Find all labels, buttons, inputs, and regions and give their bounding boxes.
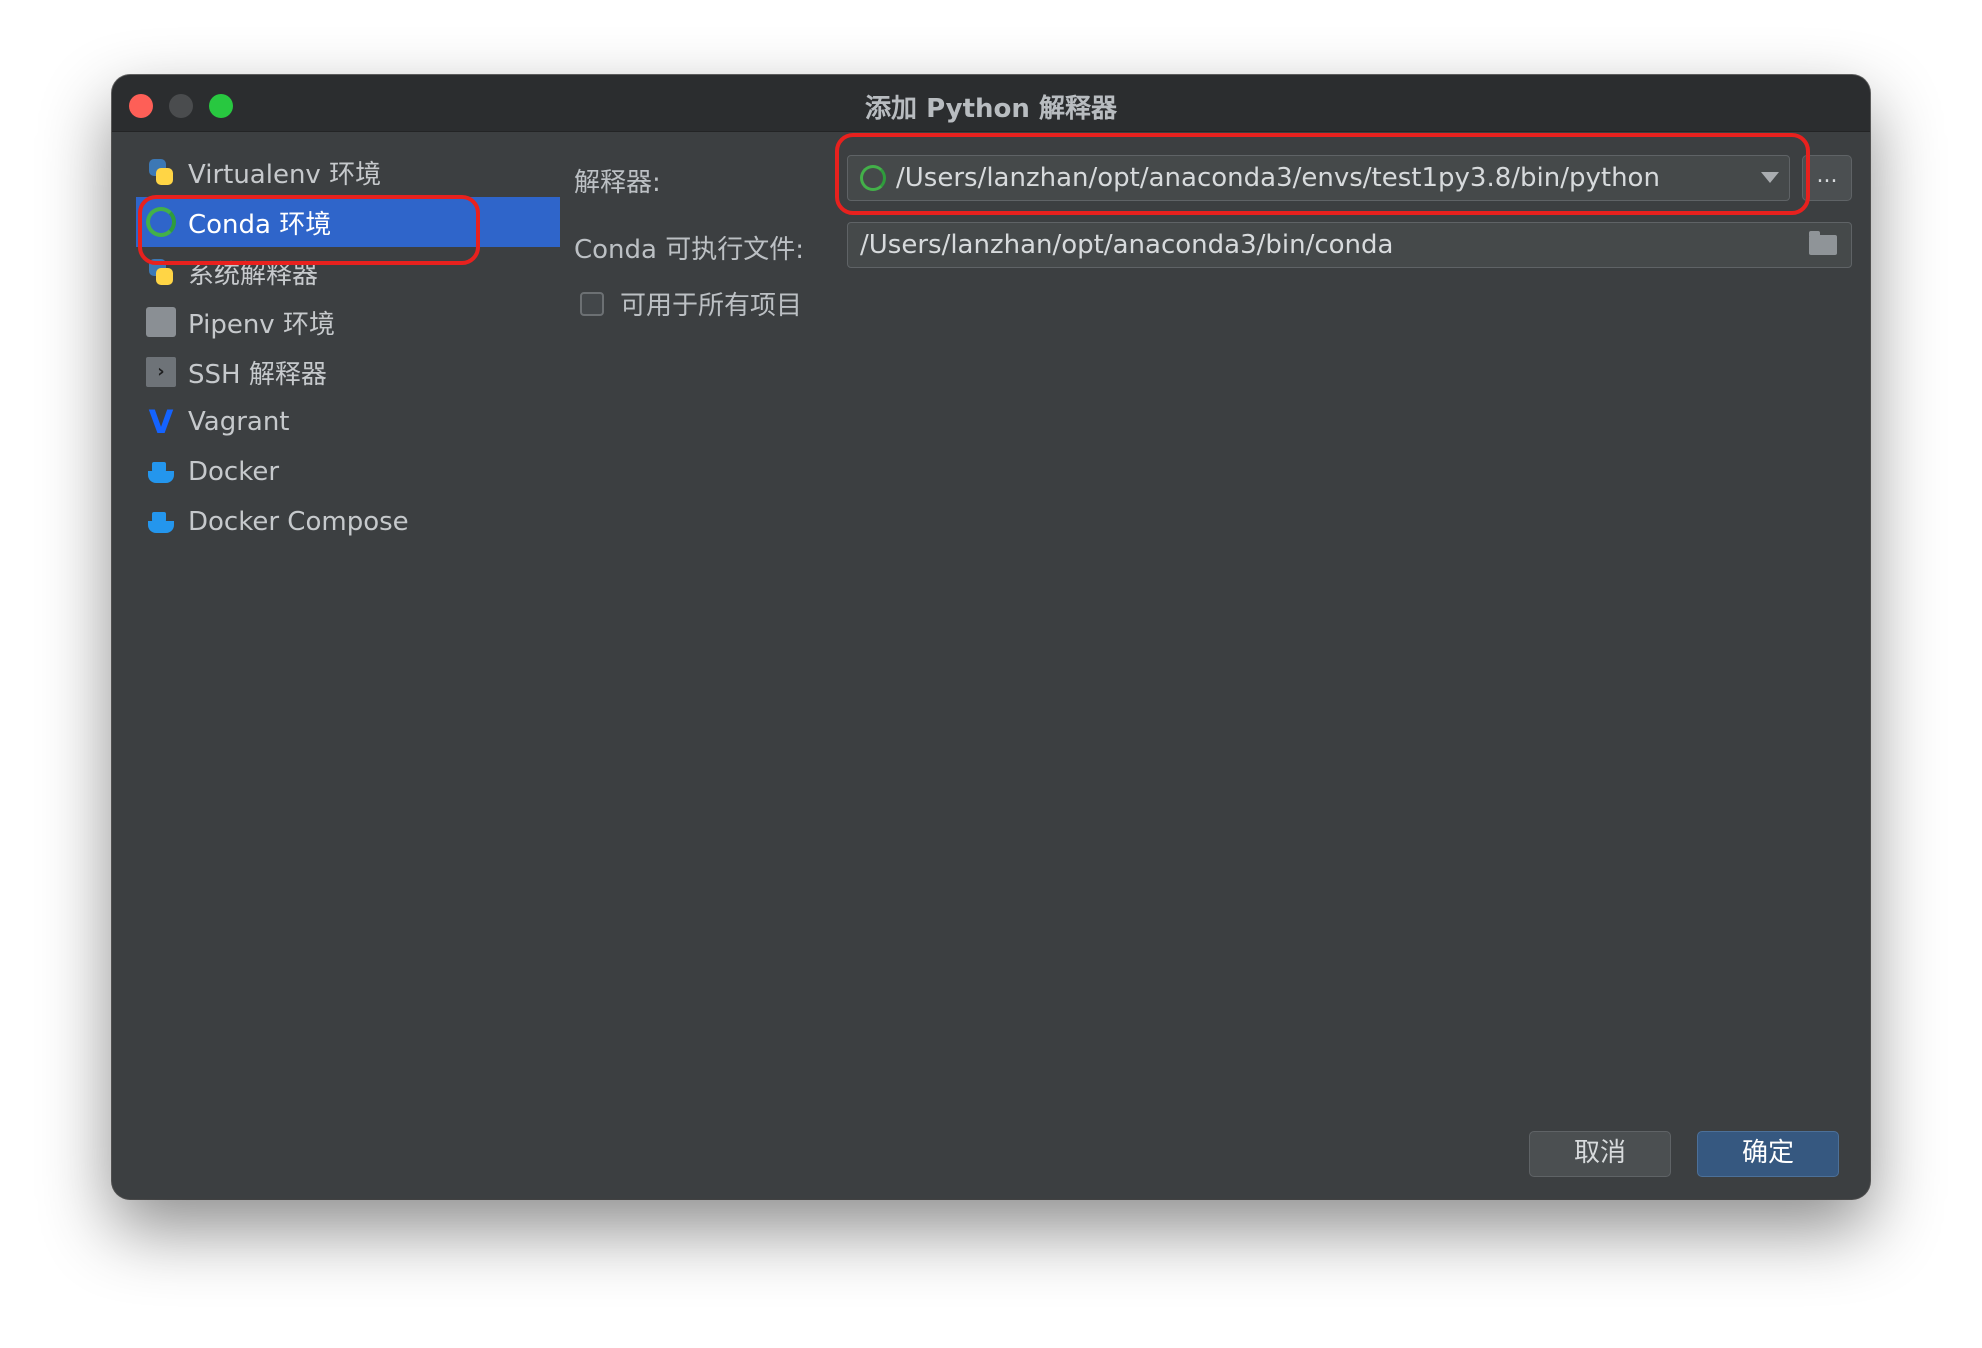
- browse-interpreter-button[interactable]: ...: [1802, 155, 1852, 201]
- sidebar-item-label: Docker Compose: [188, 507, 409, 537]
- interpreter-dropdown[interactable]: /Users/lanzhan/opt/anaconda3/envs/test1p…: [847, 155, 1790, 201]
- ssh-icon: ›: [146, 357, 176, 387]
- sidebar-item-label: 系统解释器: [188, 259, 319, 290]
- folder-icon[interactable]: [1809, 231, 1837, 255]
- docker-compose-icon: [146, 507, 176, 537]
- sidebar-item-docker[interactable]: Docker: [136, 447, 560, 497]
- docker-icon: [146, 457, 176, 487]
- sidebar-item-virtualenv[interactable]: Virtualenv 环境: [136, 147, 560, 197]
- sidebar-item-ssh[interactable]: › SSH 解释器: [136, 347, 560, 397]
- sidebar-item-label: Docker: [188, 457, 280, 487]
- conda-executable-path-value: /Users/lanzhan/opt/anaconda3/bin/conda: [860, 230, 1394, 260]
- sidebar-item-label: Virtualenv 环境: [188, 159, 382, 190]
- sidebar-item-label: SSH 解释器: [188, 359, 327, 390]
- interpreter-type-list: Virtualenv 环境 Conda 环境 系统解释器 Pipenv 环境 ›…: [136, 147, 560, 547]
- sidebar-item-pipenv[interactable]: Pipenv 环境: [136, 297, 560, 347]
- sidebar-item-vagrant[interactable]: V Vagrant: [136, 397, 560, 447]
- sidebar-item-docker-compose[interactable]: Docker Compose: [136, 497, 560, 547]
- all-projects-checkbox[interactable]: [580, 291, 604, 316]
- all-projects-label: 可用于所有项目: [620, 291, 803, 321]
- all-projects-option[interactable]: 可用于所有项目: [580, 285, 802, 322]
- python-virtualenv-icon: [146, 157, 176, 187]
- ok-button[interactable]: 确定: [1697, 1131, 1839, 1177]
- sidebar-item-system-interpreter[interactable]: 系统解释器: [136, 247, 560, 297]
- dialog-title: 添加 Python 解释器: [865, 94, 1117, 124]
- conda-executable-label: Conda 可执行文件:: [574, 235, 805, 265]
- sidebar-item-conda[interactable]: Conda 环境: [136, 197, 560, 247]
- sidebar-item-label: Conda 环境: [188, 209, 332, 240]
- chevron-down-icon[interactable]: [1761, 172, 1779, 183]
- interpreter-label: 解释器:: [574, 168, 661, 198]
- python-icon: [146, 257, 176, 287]
- conda-icon: [860, 165, 886, 191]
- pipenv-icon: [146, 307, 176, 337]
- cancel-button[interactable]: 取消: [1529, 1131, 1671, 1177]
- title-bar: 添加 Python 解释器: [112, 75, 1870, 132]
- sidebar-item-label: Pipenv 环境: [188, 309, 335, 340]
- conda-icon: [146, 207, 176, 237]
- conda-executable-field[interactable]: /Users/lanzhan/opt/anaconda3/bin/conda: [847, 222, 1852, 268]
- add-python-interpreter-dialog: 添加 Python 解释器 Virtualenv 环境 Conda 环境 系统解…: [112, 75, 1870, 1199]
- sidebar-item-label: Vagrant: [188, 407, 290, 437]
- vagrant-icon: V: [148, 403, 174, 441]
- interpreter-path-value: /Users/lanzhan/opt/anaconda3/envs/test1p…: [896, 163, 1660, 193]
